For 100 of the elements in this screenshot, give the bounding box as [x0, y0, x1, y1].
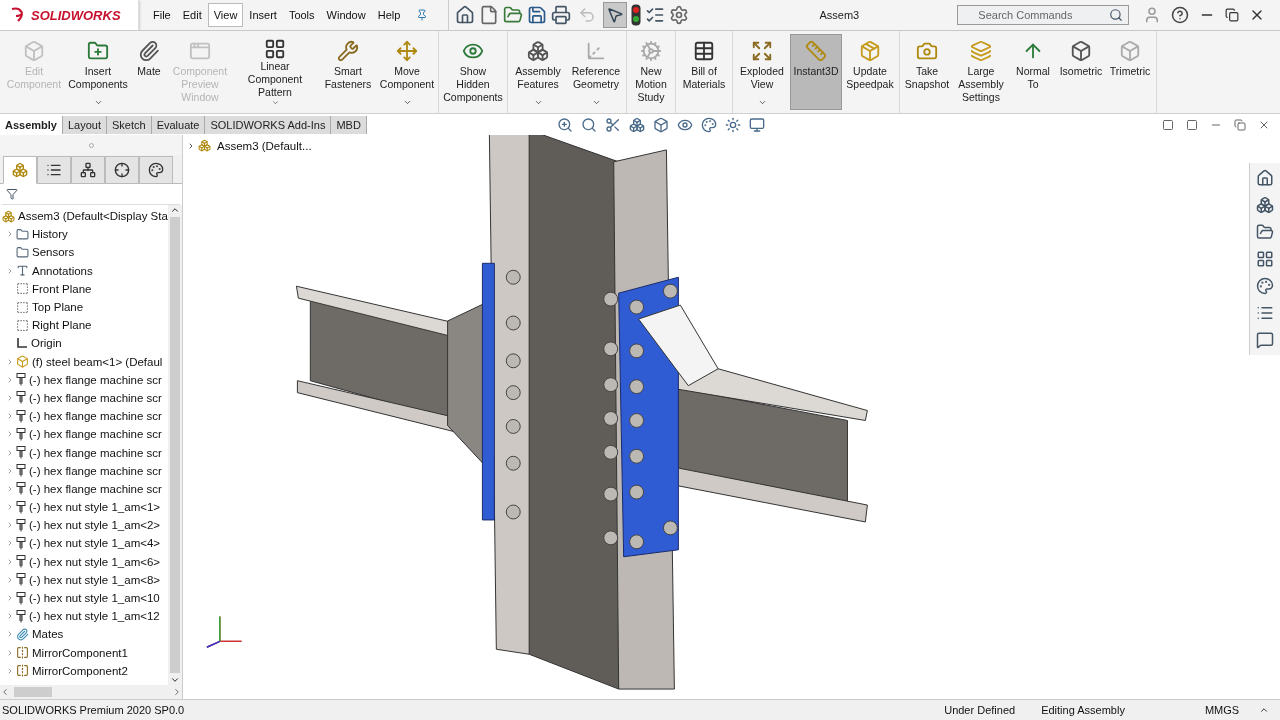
- tree-item[interactable]: Front Plane: [32, 282, 92, 295]
- units-label[interactable]: MMGS: [1204, 704, 1240, 716]
- tree-item[interactable]: (-) hex flange machine scr: [29, 464, 162, 477]
- menu-item[interactable]: Tools: [282, 3, 321, 27]
- help-icon[interactable]: [1171, 6, 1190, 24]
- tree-item[interactable]: (f) steel beam<1> (Defaul: [32, 355, 163, 368]
- section-view-icon[interactable]: [604, 116, 621, 133]
- tree-item[interactable]: MirrorComponent1: [32, 646, 128, 659]
- tree-item[interactable]: (-) hex flange machine scr: [29, 391, 162, 404]
- command-tab[interactable]: MBD: [331, 115, 367, 134]
- ribbon-button[interactable]: New Motion Study: [628, 34, 674, 110]
- tree-item[interactable]: (-) hex nut style 1_am<6>: [29, 555, 161, 568]
- printer-icon[interactable]: [551, 5, 572, 25]
- settings-icon[interactable]: [669, 5, 690, 25]
- link-view-icon[interactable]: [1186, 118, 1198, 131]
- scroll-down-icon[interactable]: [170, 675, 180, 685]
- ribbon-button[interactable]: Update Speedpak: [842, 34, 898, 110]
- scene-icon[interactable]: [724, 116, 741, 133]
- command-tab[interactable]: Sketch: [107, 115, 152, 134]
- menu-item[interactable]: View: [207, 3, 244, 27]
- command-tab[interactable]: Evaluate: [151, 115, 206, 134]
- menu-item[interactable]: Insert: [243, 3, 283, 27]
- tree-item[interactable]: MirrorComponent2: [32, 664, 128, 677]
- tree-item[interactable]: (-) hex nut style 1_am<12: [29, 610, 160, 623]
- ribbon-button[interactable]: Normal To: [1009, 34, 1057, 110]
- list-icon[interactable]: [1256, 304, 1274, 322]
- open-folder-icon[interactable]: [503, 5, 524, 25]
- scroll-left-icon[interactable]: [0, 687, 10, 697]
- tree-item[interactable]: Assem3 (Default...: [217, 139, 312, 152]
- search-icon[interactable]: [1109, 8, 1124, 22]
- tree-item[interactable]: (-) hex nut style 1_am<2>: [29, 519, 161, 532]
- ribbon-button[interactable]: Bill of Materials: [677, 34, 731, 110]
- configuration-tab[interactable]: [71, 156, 105, 184]
- caret-icon[interactable]: [591, 98, 601, 107]
- message-icon[interactable]: [1256, 331, 1274, 349]
- tree-item[interactable]: Origin: [31, 337, 62, 350]
- tree-item[interactable]: Sensors: [32, 246, 75, 259]
- palette-icon[interactable]: [700, 116, 717, 133]
- tree-item[interactable]: Assem3 (Default<Display Sta: [18, 210, 168, 223]
- folder-icon[interactable]: [1256, 223, 1274, 241]
- tree-item[interactable]: Annotations: [32, 264, 93, 277]
- property-list-tab[interactable]: [37, 156, 71, 184]
- traffic-light-icon[interactable]: [631, 4, 642, 26]
- palette-icon[interactable]: [1256, 277, 1274, 295]
- ribbon-button[interactable]: Instant3D: [790, 34, 842, 110]
- scroll-right-icon[interactable]: [172, 687, 182, 697]
- command-tab[interactable]: SOLIDWORKS Add-Ins: [205, 115, 332, 134]
- menu-item[interactable]: Edit: [176, 3, 208, 27]
- ribbon-button[interactable]: Mate: [129, 34, 169, 110]
- ribbon-button[interactable]: Take Snapshot: [901, 34, 953, 110]
- appearance-tab[interactable]: [139, 156, 173, 184]
- tree-item[interactable]: (-) hex flange machine scr: [29, 482, 162, 495]
- caret-icon[interactable]: [757, 98, 767, 107]
- tree-item[interactable]: History: [32, 228, 68, 241]
- tree-item[interactable]: Top Plane: [32, 301, 84, 314]
- zoom-in-icon[interactable]: [556, 116, 573, 133]
- ribbon-button[interactable]: Large Assembly Settings: [953, 34, 1009, 110]
- tree-item[interactable]: (-) hex flange machine scr: [29, 428, 162, 441]
- tree-item[interactable]: (-) hex flange machine scr: [29, 446, 162, 459]
- ribbon-button[interactable]: Insert Components: [67, 34, 129, 110]
- save-icon[interactable]: [527, 5, 548, 25]
- new-document-icon[interactable]: [479, 5, 500, 25]
- tree-item[interactable]: (-) hex nut style 1_am<10: [29, 592, 160, 605]
- tree-item[interactable]: (-) hex flange machine scr: [29, 410, 162, 423]
- zoom-area-icon[interactable]: [580, 116, 597, 133]
- caret-icon[interactable]: [402, 98, 412, 107]
- tree-item[interactable]: Right Plane: [32, 319, 92, 332]
- view-orientation-icon[interactable]: [628, 116, 645, 133]
- split-view-icon[interactable]: [1162, 118, 1174, 131]
- ribbon-button[interactable]: Trimetric: [1105, 34, 1155, 110]
- ribbon-button[interactable]: Smart Fasteners: [319, 34, 377, 110]
- caret-icon[interactable]: [270, 99, 280, 107]
- assembly-tree-tab[interactable]: [3, 156, 37, 184]
- command-tab[interactable]: Layout: [63, 115, 107, 134]
- menu-item[interactable]: Window: [320, 3, 372, 27]
- tree-item[interactable]: (-) hex flange machine scr: [29, 373, 162, 386]
- scrollbar-thumb[interactable]: [14, 687, 52, 697]
- boxes-icon[interactable]: [1256, 196, 1274, 214]
- filter-icon[interactable]: [6, 188, 18, 200]
- home-icon[interactable]: [1256, 169, 1274, 187]
- display-style-icon[interactable]: [652, 116, 669, 133]
- menu-item[interactable]: File: [147, 3, 177, 27]
- grid-icon[interactable]: [1256, 250, 1274, 268]
- ribbon-button[interactable]: Isometric: [1057, 34, 1105, 110]
- caret-icon[interactable]: [93, 98, 103, 107]
- menu-item[interactable]: Help: [371, 3, 407, 27]
- pin-icon[interactable]: [416, 9, 429, 21]
- scrollbar-thumb[interactable]: [170, 217, 180, 673]
- tree-item[interactable]: (-) hex nut style 1_am<4>: [29, 537, 161, 550]
- ribbon-button[interactable]: Assembly Features: [509, 34, 567, 110]
- ribbon-button[interactable]: Move Component: [377, 34, 437, 110]
- crosshair-tab[interactable]: [105, 156, 139, 184]
- restore-icon[interactable]: [1225, 8, 1240, 22]
- search-field[interactable]: Search Commands: [957, 5, 1130, 25]
- splitter-handle-icon[interactable]: [88, 142, 94, 148]
- tree-item[interactable]: (-) hex nut style 1_am<8>: [29, 573, 161, 586]
- ribbon-button[interactable]: Exploded View: [734, 34, 790, 110]
- ribbon-button[interactable]: Show Hidden Components: [440, 34, 506, 110]
- tree-item[interactable]: (-) hex nut style 1_am<1>: [29, 501, 161, 514]
- list-icon[interactable]: [645, 5, 666, 25]
